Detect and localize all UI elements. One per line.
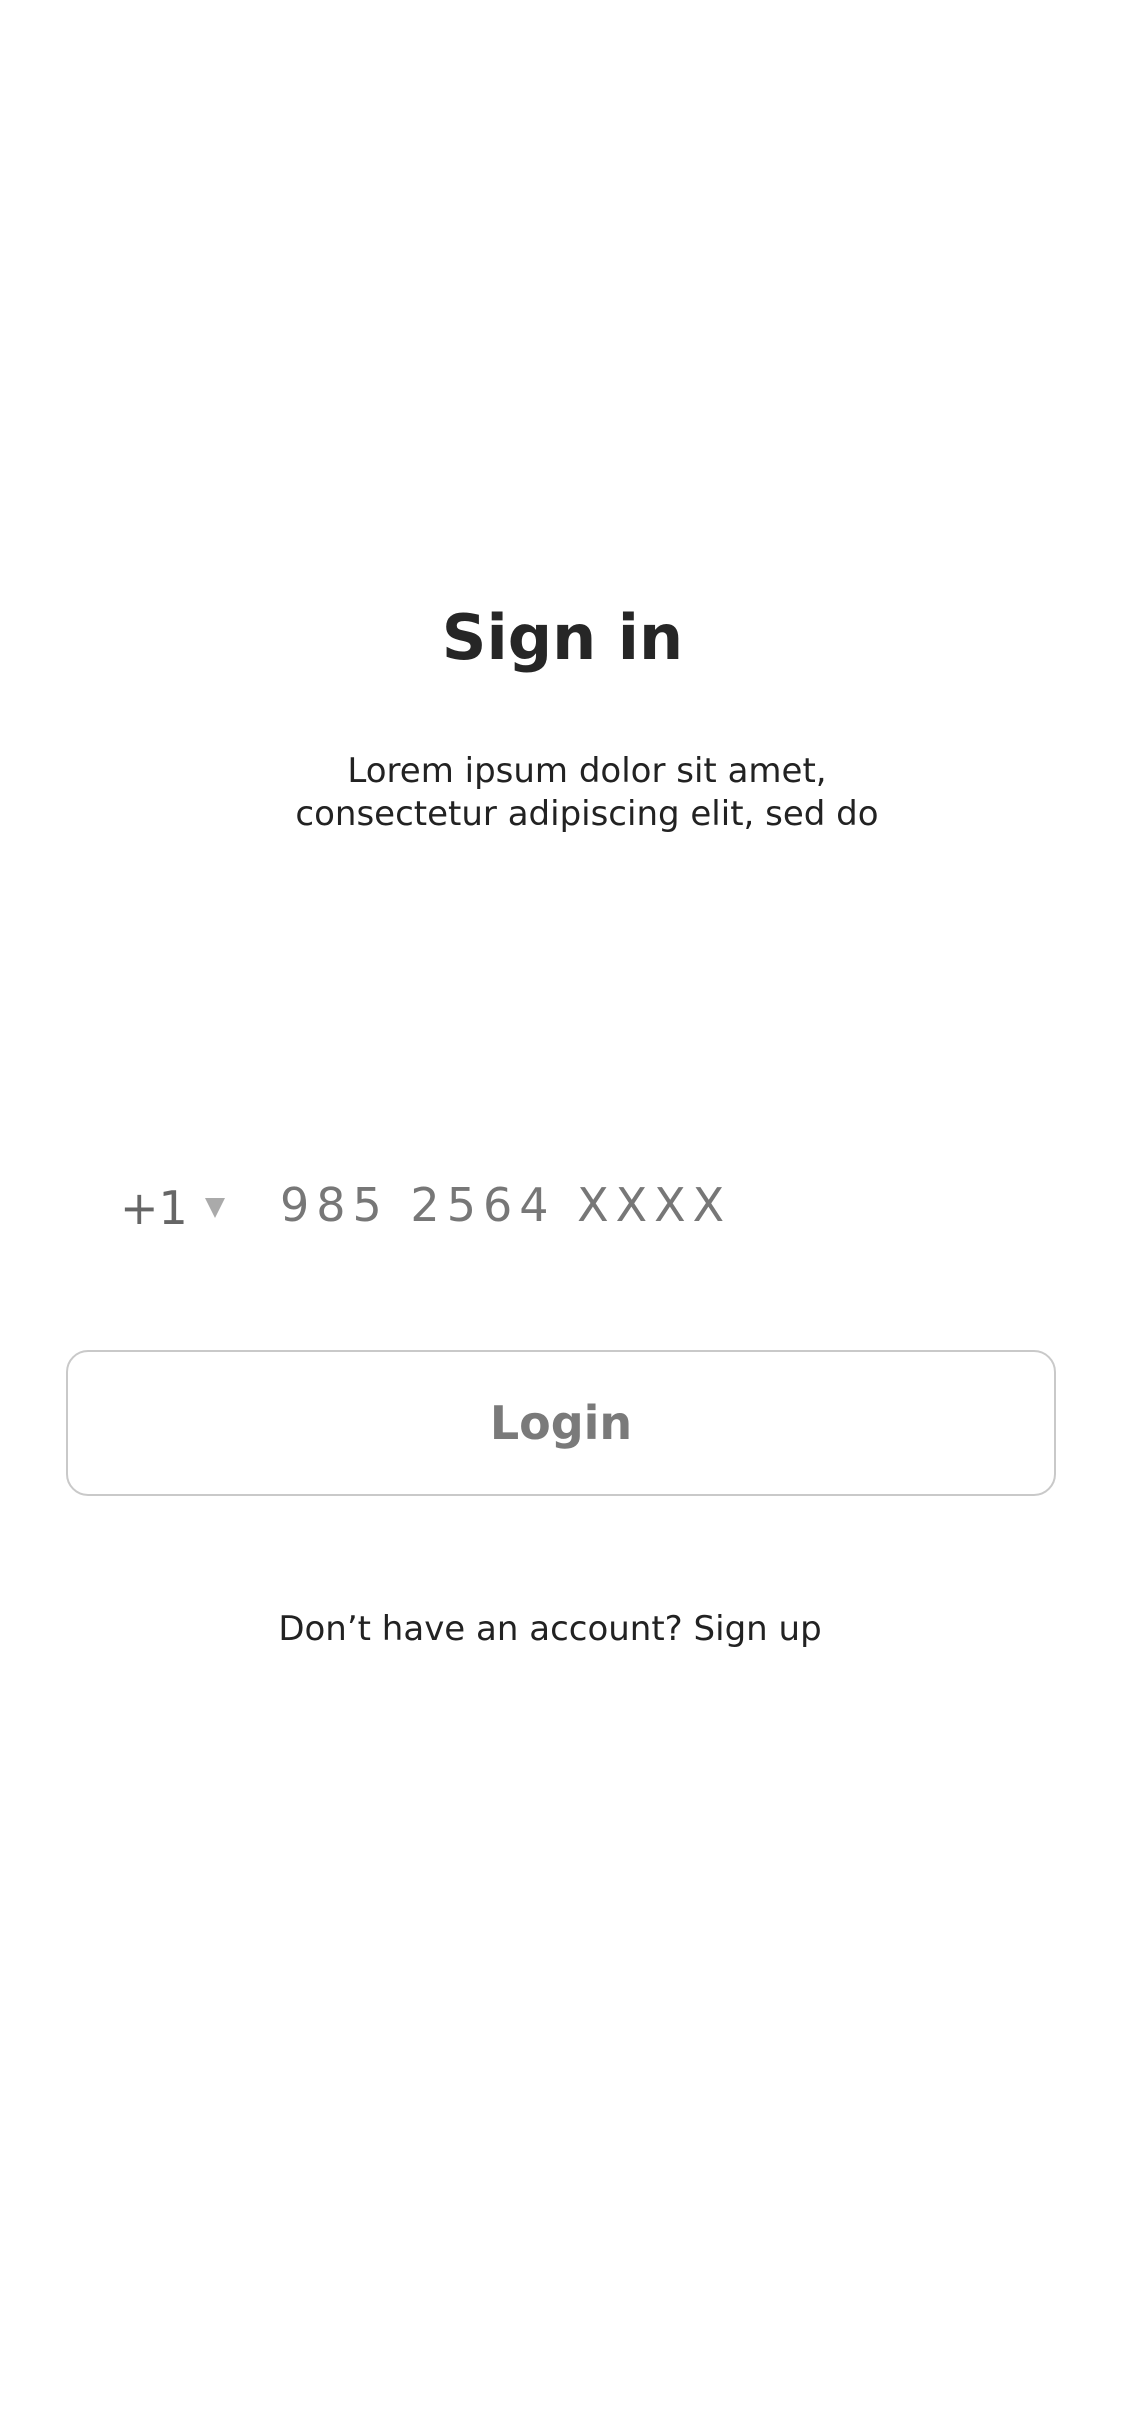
- signup-prompt-text: Don’t have an account?: [278, 1609, 683, 1649]
- phone-number-input[interactable]: [280, 1170, 840, 1240]
- signup-prompt-line: Don’t have an account? Sign up: [0, 1605, 1100, 1653]
- country-code[interactable]: +1: [120, 1178, 188, 1238]
- login-button[interactable]: Login: [66, 1350, 1056, 1496]
- description-line-1: Lorem ipsum dolor sit amet,: [347, 751, 827, 791]
- signup-link[interactable]: Sign up: [694, 1609, 822, 1649]
- phone-number-row: +1: [120, 1170, 1020, 1240]
- triangle-down-icon[interactable]: [205, 1198, 225, 1218]
- description-line-2: consectetur adipiscing elit, sed do: [295, 794, 879, 834]
- page-description: Lorem ipsum dolor sit amet, consectetur …: [0, 750, 1125, 836]
- page-title: Sign in: [441, 601, 684, 674]
